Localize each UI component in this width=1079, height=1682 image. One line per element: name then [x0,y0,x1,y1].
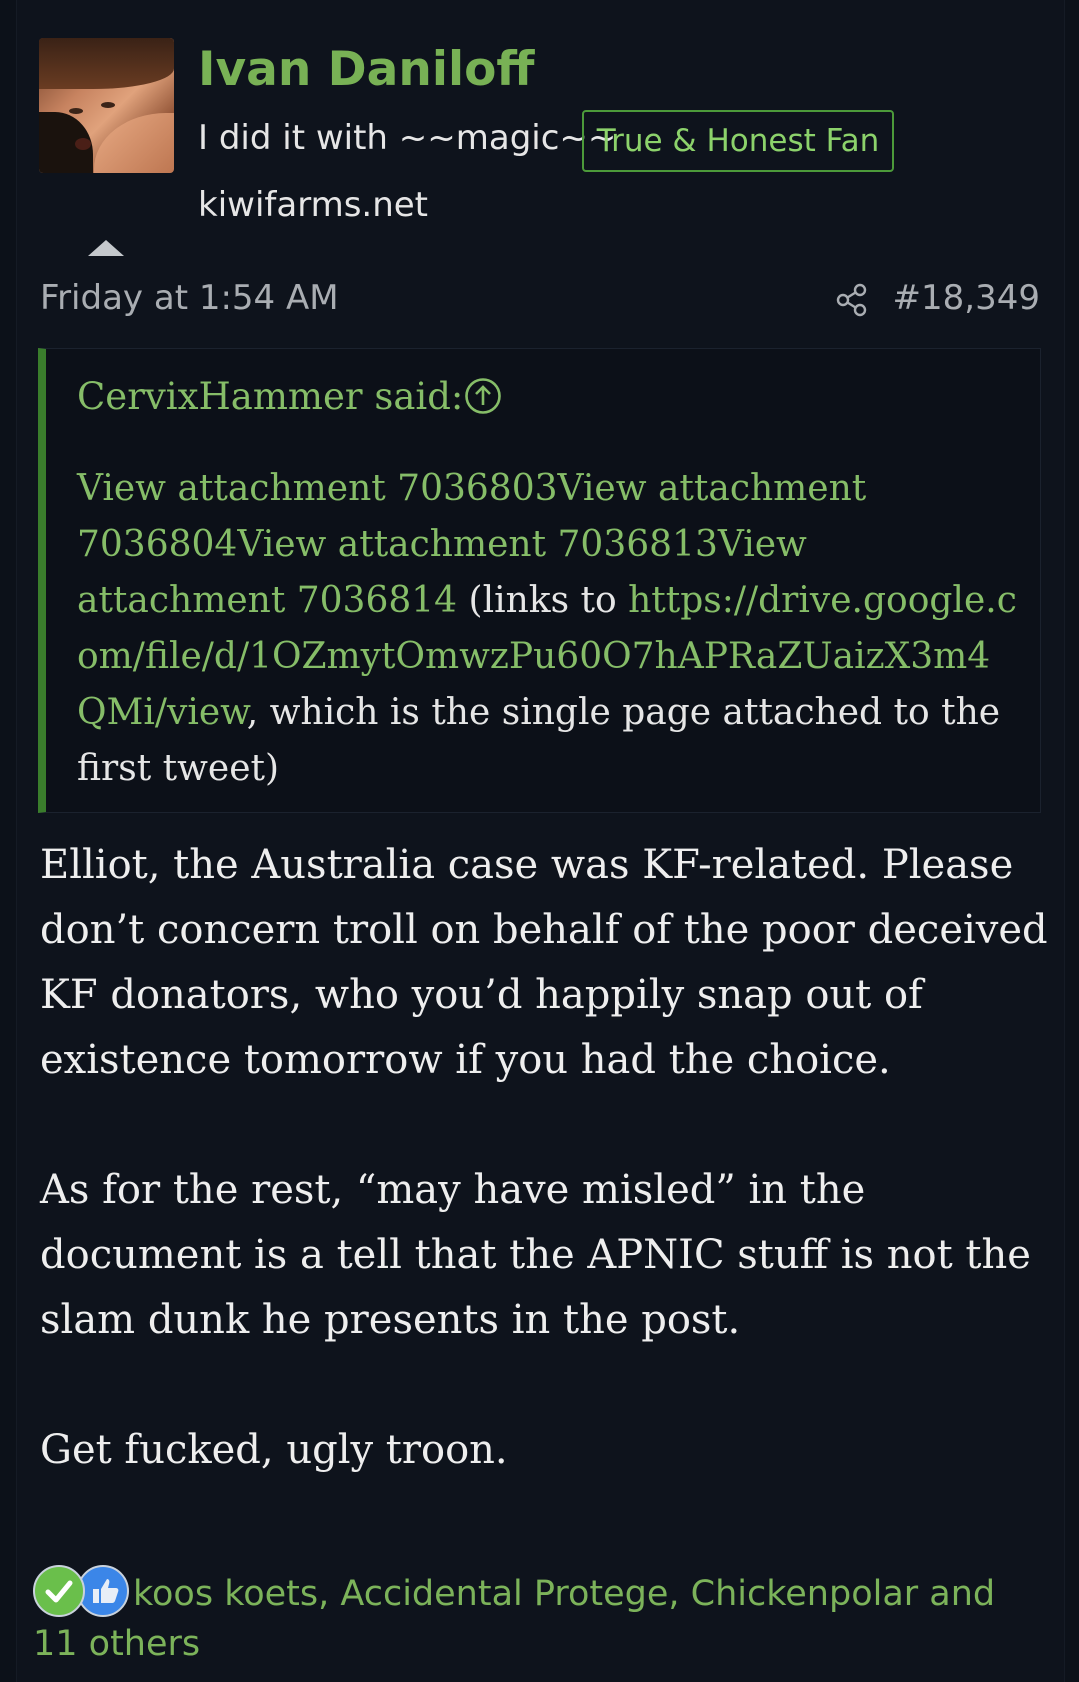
check-reaction-icon [33,1565,85,1617]
user-badge: True & Honest Fan [582,110,894,172]
message-paragraph: As for the rest, “may have misled” in th… [40,1167,1031,1343]
attachment-link[interactable]: View attachment 7036813 [237,524,718,565]
post-meta-row: Friday at 1:54 AM #18,349 [40,278,1040,324]
post-date[interactable]: Friday at 1:54 AM [40,278,339,318]
author-site: kiwifarms.net [198,185,429,225]
collapse-caret-icon[interactable] [88,240,124,256]
avatar-hair [39,38,174,90]
avatar-eye [69,108,83,114]
avatar-mouth [75,138,91,150]
reaction-icons [33,1565,133,1621]
author-username[interactable]: Ivan Daniloff [198,42,534,97]
share-icon[interactable] [834,282,870,318]
reactions-list[interactable]: koos koets, Accidental Protege, Chickenp… [33,1569,1033,1669]
message-paragraph: Elliot, the Australia case was KF-relate… [40,842,1048,1083]
avatar-eye [101,102,115,108]
quote-text: (links to [457,580,629,621]
author-avatar[interactable] [39,38,174,173]
jump-to-quote-icon[interactable] [464,377,502,415]
author-custom-title: I did it with ~~magic~~ [198,118,617,158]
message-body: Elliot, the Australia case was KF-relate… [40,833,1050,1483]
quote-author-said[interactable]: CervixHammer said: [77,375,463,418]
message-paragraph: Get fucked, ugly troon. [40,1427,508,1473]
attachment-link[interactable]: View attachment 7036803 [77,468,558,509]
quote-block: CervixHammer said: View attachment 70368… [38,348,1041,813]
quote-body: View attachment 7036803 View attachment 7… [77,461,1017,797]
avatar-shoulder [94,113,174,173]
post-number-link[interactable]: #18,349 [893,278,1040,318]
